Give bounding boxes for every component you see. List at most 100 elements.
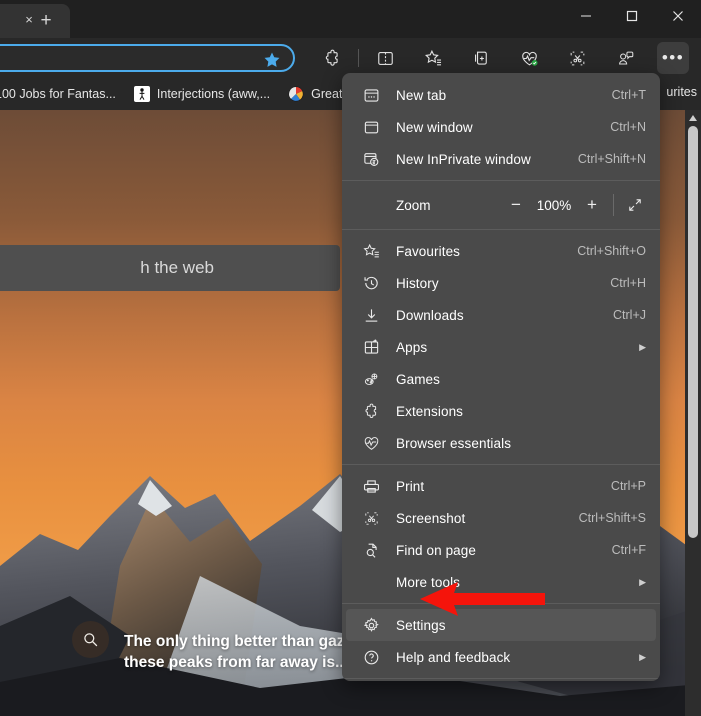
favourites-icon[interactable] xyxy=(417,42,449,74)
chevron-right-icon: ▶ xyxy=(639,576,646,587)
window-controls xyxy=(563,0,701,32)
tab-strip: × + xyxy=(0,0,701,38)
menu-item-history[interactable]: History Ctrl+H xyxy=(346,267,656,299)
menu-item-label: Print xyxy=(396,478,425,494)
menu-item-new-tab[interactable]: New tab Ctrl+T xyxy=(346,79,656,111)
close-icon[interactable] xyxy=(655,0,701,32)
zoom-in-button[interactable]: + xyxy=(577,191,607,219)
toolbar-divider xyxy=(358,49,359,67)
menu-item-label: Screenshot xyxy=(396,510,466,526)
minimize-icon[interactable] xyxy=(563,0,609,32)
menu-item-label: Games xyxy=(396,371,441,387)
menu-item-apps[interactable]: Apps ▶ xyxy=(346,331,656,363)
menu-item-games[interactable]: Games xyxy=(346,363,656,395)
favicon-colorwheel-icon xyxy=(288,86,304,102)
apps-icon xyxy=(360,336,382,358)
collections-icon[interactable] xyxy=(465,42,497,74)
menu-zoom-row: Zoom − 100% + xyxy=(346,186,656,224)
browser-toolbar: ••• xyxy=(0,38,701,78)
scroll-up-arrow-icon[interactable] xyxy=(685,110,701,126)
downloads-icon xyxy=(360,304,382,326)
zoom-label: Zoom xyxy=(396,197,431,213)
chevron-right-icon: ▶ xyxy=(639,651,646,662)
menu-item-shortcut: Ctrl+Shift+O xyxy=(577,244,646,258)
menu-item-shortcut: Ctrl+Shift+S xyxy=(578,511,646,525)
bookmark-item[interactable]: 100 Jobs for Fantas... xyxy=(0,82,125,106)
copilot-mode-icon[interactable] xyxy=(609,42,641,74)
zoom-out-button[interactable]: − xyxy=(501,191,531,219)
extensions-icon[interactable] xyxy=(316,42,348,74)
menu-item-help-and-feedback[interactable]: Help and feedback ▶ xyxy=(346,641,656,673)
menu-item-label: Downloads xyxy=(396,307,464,323)
settings-and-more-label: ••• xyxy=(661,48,685,67)
new-tab-button[interactable]: + xyxy=(32,9,60,33)
search-box[interactable]: h the web xyxy=(0,245,340,291)
menu-separator xyxy=(342,180,660,181)
search-icon[interactable] xyxy=(72,621,109,658)
menu-item-shortcut: Ctrl+N xyxy=(610,120,646,134)
favicon-stickman-icon xyxy=(133,86,150,102)
menu-item-label: Settings xyxy=(396,617,446,633)
help-icon xyxy=(360,646,382,668)
menu-item-browser-essentials[interactable]: Browser essentials xyxy=(346,427,656,459)
menu-item-label: History xyxy=(396,275,439,291)
page-scrollbar[interactable] xyxy=(685,110,701,716)
menu-item-label: New InPrivate window xyxy=(396,151,531,167)
bookmarks-overflow-label[interactable]: urites xyxy=(666,85,697,99)
zoom-level-value: 100% xyxy=(536,197,572,213)
menu-item-downloads[interactable]: Downloads Ctrl+J xyxy=(346,299,656,331)
settings-and-more-button[interactable]: ••• xyxy=(657,42,689,74)
scrollbar-thumb[interactable] xyxy=(688,126,698,538)
split-screen-icon[interactable] xyxy=(369,42,401,74)
no-icon-placeholder xyxy=(360,571,382,593)
menu-item-new-inprivate-window[interactable]: New InPrivate window Ctrl+Shift+N xyxy=(346,143,656,175)
menu-item-label: Favourites xyxy=(396,243,461,259)
menu-item-label: Apps xyxy=(396,339,428,355)
menu-item-new-window[interactable]: New window Ctrl+N xyxy=(346,111,656,143)
menu-item-label: Find on page xyxy=(396,542,477,558)
menu-item-screenshot[interactable]: Screenshot Ctrl+Shift+S xyxy=(346,502,656,534)
games-icon xyxy=(360,368,382,390)
menu-item-label: Browser essentials xyxy=(396,435,512,451)
favourite-star-icon[interactable] xyxy=(263,51,281,69)
menu-item-shortcut: Ctrl+J xyxy=(613,308,646,322)
menu-item-shortcut: Ctrl+Shift+N xyxy=(577,152,646,166)
menu-item-label: Extensions xyxy=(396,403,464,419)
search-placeholder-text: h the web xyxy=(140,258,214,277)
history-icon xyxy=(360,272,382,294)
maximize-icon[interactable] xyxy=(609,0,655,32)
menu-item-shortcut: Ctrl+P xyxy=(610,479,646,493)
bookmark-label: 100 Jobs for Fantas... xyxy=(0,87,116,101)
menu-item-label: New tab xyxy=(396,87,447,103)
bookmark-label: Interjections (aww,... xyxy=(156,87,271,101)
menu-separator xyxy=(342,229,660,230)
menu-item-print[interactable]: Print Ctrl+P xyxy=(346,470,656,502)
extensions-icon xyxy=(360,400,382,422)
menu-separator xyxy=(342,678,660,679)
fullscreen-icon[interactable] xyxy=(620,191,650,219)
bookmark-item[interactable]: Interjections (aww,... xyxy=(125,82,279,106)
menu-item-favourites[interactable]: Favourites Ctrl+Shift+O xyxy=(346,235,656,267)
screenshot-icon xyxy=(360,507,382,529)
menu-item-find-on-page[interactable]: Find on page Ctrl+F xyxy=(346,534,656,566)
menu-item-shortcut: Ctrl+F xyxy=(611,543,646,557)
toolbar-icons: ••• xyxy=(308,42,701,74)
browser-essentials-icon[interactable] xyxy=(513,42,545,74)
screenshot-icon[interactable] xyxy=(561,42,593,74)
menu-separator xyxy=(342,464,660,465)
annotation-arrow xyxy=(420,582,545,616)
favourites-icon xyxy=(360,240,382,262)
menu-item-label: New window xyxy=(396,119,473,135)
address-bar[interactable] xyxy=(0,44,295,72)
browser-essentials-icon xyxy=(360,432,382,454)
inprivate-icon xyxy=(360,148,382,170)
zoom-divider xyxy=(613,194,614,216)
gear-icon xyxy=(360,614,382,636)
find-icon xyxy=(360,539,382,561)
new-tab-icon xyxy=(360,84,382,106)
print-icon xyxy=(360,475,382,497)
menu-item-extensions[interactable]: Extensions xyxy=(346,395,656,427)
new-window-icon xyxy=(360,116,382,138)
menu-item-shortcut: Ctrl+T xyxy=(611,88,646,102)
menu-item-label: Help and feedback xyxy=(396,649,511,665)
